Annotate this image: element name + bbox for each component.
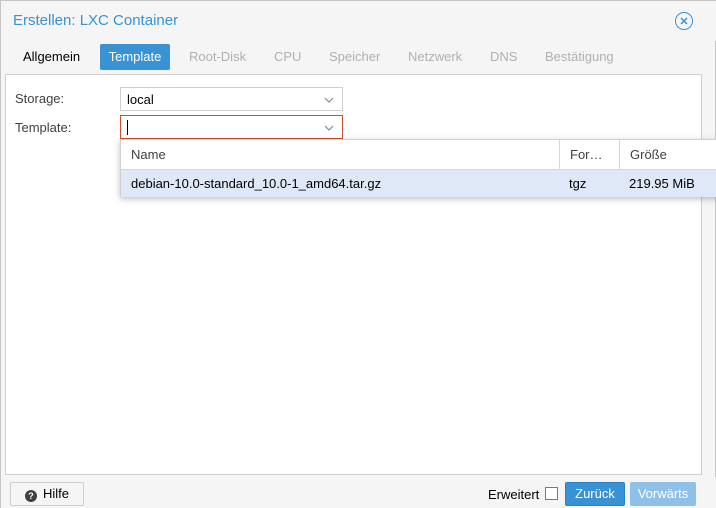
table-row[interactable]: debian-10.0-standard_10.0-1_amd64.tar.gz… xyxy=(121,170,716,197)
dialog-title: Erstellen: LXC Container xyxy=(13,12,179,29)
storage-select[interactable]: local xyxy=(120,87,343,111)
row-name: debian-10.0-standard_10.0-1_amd64.tar.gz xyxy=(131,176,382,191)
wizard-tabs: Allgemein Template Root-Disk CPU Speiche… xyxy=(1,44,716,70)
storage-label: Storage: xyxy=(15,91,65,106)
row-size: 219.95 MiB xyxy=(629,176,695,191)
close-button[interactable] xyxy=(675,12,693,30)
advanced-checkbox[interactable] xyxy=(545,487,558,500)
tab-allgemein[interactable]: Allgemein xyxy=(13,44,90,70)
tab-cpu: CPU xyxy=(274,49,302,64)
advanced-label: Erweitert xyxy=(488,487,540,502)
storage-value: local xyxy=(127,92,154,107)
next-button: Vorwärts xyxy=(630,482,696,506)
template-dropdown-grid: Name For… Größe debian-10.0-standard_10.… xyxy=(120,139,716,197)
create-lxc-dialog: Erstellen: LXC Container Allgemein Templ… xyxy=(0,0,716,508)
help-button[interactable]: ? Hilfe xyxy=(10,482,84,506)
grid-header: Name For… Größe xyxy=(121,140,716,170)
close-icon xyxy=(680,17,688,25)
text-caret xyxy=(127,120,128,135)
row-format: tgz xyxy=(569,176,587,191)
chevron-down-icon[interactable] xyxy=(324,96,334,104)
back-button[interactable]: Zurück xyxy=(565,482,625,506)
column-header-format[interactable]: For… xyxy=(559,140,619,170)
tab-dns: DNS xyxy=(490,49,518,64)
tab-root-disk: Root-Disk xyxy=(189,49,247,64)
question-icon: ? xyxy=(24,490,37,502)
tab-bestaetigung: Bestätigung xyxy=(545,49,614,64)
tab-speicher: Speicher xyxy=(329,49,381,64)
help-button-label: Hilfe xyxy=(42,486,69,501)
tab-netzwerk: Netzwerk xyxy=(408,49,463,64)
dialog-footer: ? Hilfe Erweitert Zurück Vorwärts xyxy=(1,477,716,508)
tab-template[interactable]: Template xyxy=(100,44,170,70)
dialog-titlebar[interactable]: Erstellen: LXC Container xyxy=(1,1,716,41)
template-label: Template: xyxy=(15,120,72,135)
template-panel xyxy=(5,74,702,475)
column-header-size[interactable]: Größe xyxy=(619,140,716,170)
template-select[interactable] xyxy=(120,115,343,139)
column-header-name[interactable]: Name xyxy=(121,140,559,170)
chevron-down-icon[interactable] xyxy=(324,124,334,132)
